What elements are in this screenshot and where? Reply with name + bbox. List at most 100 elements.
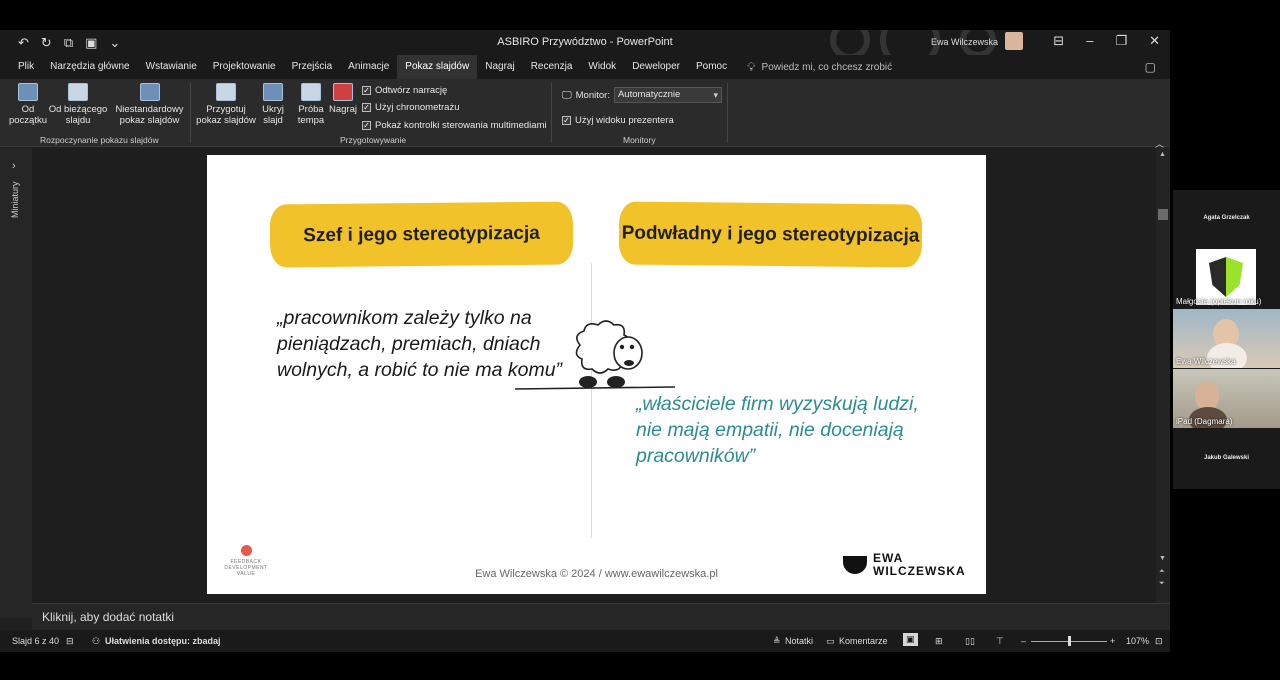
rehearse-timings-button[interactable]: Próba tempa: [294, 83, 328, 126]
presenter-view-checkbox[interactable]: ✓ Użyj widoku prezentera: [562, 115, 674, 126]
participant-name: Agata Grzelczak: [1203, 215, 1250, 221]
ribbon-display-icon[interactable]: ⊟: [1053, 33, 1064, 49]
participant-name: iPad (Dagmara): [1176, 417, 1233, 426]
from-current-button[interactable]: Od bieżącego slajdu: [48, 83, 108, 126]
play-narration-checkbox[interactable]: ✓ Odtwórz narrację: [362, 85, 447, 96]
participant-tile[interactable]: iPad (Dagmara): [1173, 369, 1280, 428]
vertical-scrollbar[interactable]: ▲ ▼ ⏶ ⏷: [1156, 148, 1170, 603]
fdv-logo-icon: [240, 545, 252, 556]
monitor-label: Monitor:: [575, 89, 610, 101]
current-slide[interactable]: Szef i jego stereotypizacja Podwładny i …: [207, 155, 986, 594]
participant-tile[interactable]: Małgosia (opiekun roku): [1173, 249, 1280, 308]
slideshow-view-icon[interactable]: ⊤: [996, 636, 1004, 647]
title-bar: ↶ ↻ ⧉ ▣ ⌄ ASBIRO Przywództwo - PowerPoin…: [0, 30, 1170, 55]
spellcheck-icon[interactable]: ⊟: [66, 636, 74, 647]
tab-design[interactable]: Projektowanie: [205, 55, 284, 79]
minimize-icon[interactable]: –: [1086, 33, 1093, 49]
setup-show-button[interactable]: Przygotuj pokaz slajdów: [195, 83, 257, 126]
comments-button[interactable]: Komentarze: [839, 636, 888, 646]
sheep-illustration: [514, 320, 675, 390]
ribbon-separator: [551, 83, 552, 143]
hide-slide-button[interactable]: Ukryj slajd: [258, 83, 288, 126]
ribbon-separator: [727, 83, 728, 143]
use-timings-checkbox[interactable]: ✓ Użyj chronometrażu: [362, 102, 459, 113]
tab-review[interactable]: Recenzja: [523, 55, 581, 79]
tab-help[interactable]: Pomoc: [688, 55, 735, 79]
previous-slide-icon[interactable]: ⏶: [1159, 568, 1165, 576]
window-controls: ⊟ – ❐ ✕: [1053, 33, 1160, 49]
setup-group-label: Przygotowywanie: [340, 135, 407, 145]
zoom-in-icon[interactable]: +: [1110, 636, 1115, 646]
comments-icon[interactable]: ▢: [1145, 60, 1156, 74]
hide-slide-icon: [263, 83, 283, 101]
tell-me-box[interactable]: 💡︎ Powiedz mi, co chcesz zrobić: [747, 60, 892, 75]
record-button[interactable]: Nagraj: [328, 83, 358, 115]
next-slide-icon[interactable]: ⏷: [1159, 580, 1165, 588]
monitor-row: 🖵︎ Monitor: Automatycznie: [562, 87, 722, 103]
participant-tile[interactable]: Agata Grzelczak: [1173, 190, 1280, 249]
tab-home[interactable]: Narzędzia główne: [42, 55, 138, 79]
thumbnails-label[interactable]: Miniatury: [10, 181, 20, 218]
from-current-label: Od bieżącego slajdu: [48, 104, 108, 126]
play-narration-label: Odtwórz narrację: [375, 85, 448, 96]
accessibility-status[interactable]: Ułatwienia dostępu: zbadaj: [105, 636, 221, 646]
normal-view-icon[interactable]: ▣: [903, 633, 918, 646]
lightbulb-icon: 💡︎: [747, 59, 756, 74]
participants-panel: Agata Grzelczak Małgosia (opiekun roku) …: [1173, 190, 1280, 489]
setup-show-icon: [216, 83, 236, 101]
tab-file[interactable]: Plik: [10, 55, 42, 79]
thumbnails-panel: › Miniatury: [0, 148, 32, 618]
record-label: Nagraj: [329, 104, 357, 115]
account-avatar[interactable]: [1005, 32, 1023, 50]
checkbox-checked-icon: ✓: [362, 86, 371, 95]
right-quote: „właściciele firm wyzyskują ludzi, nie m…: [636, 393, 919, 467]
zoom-slider-knob[interactable]: [1068, 636, 1071, 646]
from-beginning-label: Od początku: [8, 104, 48, 126]
custom-show-icon: [139, 83, 160, 101]
custom-show-label: Niestandardowy pokaz slajdów: [115, 104, 184, 126]
custom-show-button[interactable]: Niestandardowy pokaz slajdów: [112, 83, 187, 126]
slideshow-current-icon: [68, 83, 88, 101]
ew-logo-icon: [843, 556, 867, 574]
ribbon-tabs: Plik Narzędzia główne Wstawianie Projekt…: [0, 55, 1170, 79]
notes-icon: ≜: [773, 636, 781, 646]
from-beginning-button[interactable]: Od początku: [8, 83, 48, 126]
tab-view[interactable]: Widok: [580, 55, 624, 79]
tab-developer[interactable]: Deweloper: [624, 55, 688, 79]
expand-thumbnails-icon[interactable]: ›: [12, 160, 16, 172]
participant-tile[interactable]: Ewa Wilczewska: [1173, 309, 1280, 368]
close-icon[interactable]: ✕: [1149, 33, 1160, 49]
use-timings-label: Użyj chronometrażu: [375, 102, 460, 113]
left-heading: Szef i jego stereotypizacja: [269, 201, 574, 268]
tab-transitions[interactable]: Przejścia: [284, 55, 341, 79]
ew-logo: EWA WILCZEWSKA: [843, 552, 966, 578]
restore-icon[interactable]: ❐: [1115, 33, 1127, 49]
zoom-out-icon[interactable]: –: [1021, 636, 1026, 646]
ew-logo-text: EWA WILCZEWSKA: [873, 552, 966, 578]
scroll-up-icon[interactable]: ▲: [1159, 151, 1166, 158]
monitor-select[interactable]: Automatycznie: [613, 87, 722, 103]
tab-animations[interactable]: Animacje: [340, 55, 397, 79]
zoom-level[interactable]: 107%: [1126, 636, 1149, 646]
slide-sorter-icon[interactable]: ⊞: [935, 636, 943, 647]
tab-record[interactable]: Nagraj: [477, 55, 522, 79]
participant-name: Małgosia (opiekun roku): [1176, 297, 1262, 306]
record-icon: [333, 83, 353, 101]
participant-tile[interactable]: Jakub Galewski: [1173, 429, 1280, 488]
tab-insert[interactable]: Wstawianie: [138, 55, 205, 79]
presenter-view-label: Użyj widoku prezentera: [575, 115, 674, 126]
fit-to-window-icon[interactable]: ⊡: [1155, 636, 1163, 647]
notes-pane[interactable]: Kliknij, aby dodać notatki: [32, 603, 1170, 630]
scroll-down-icon[interactable]: ▼: [1159, 555, 1166, 562]
setup-show-label: Przygotuj pokaz slajdów: [196, 104, 256, 126]
reading-view-icon[interactable]: ▯▯: [965, 636, 975, 647]
media-controls-checkbox[interactable]: ✓ Pokaż kontrolki sterowania multimediam…: [362, 120, 547, 131]
ribbon: Od początku Od bieżącego slajdu Niestand…: [0, 79, 1170, 149]
slide-counter: Slajd 6 z 40: [12, 636, 60, 646]
participant-name: Jakub Galewski: [1203, 455, 1250, 461]
scroll-thumb[interactable]: [1158, 209, 1168, 220]
center-divider: [591, 263, 592, 538]
tab-slide-show[interactable]: Pokaz slajdów: [397, 55, 478, 79]
account-name[interactable]: Ewa Wilczewska: [931, 37, 998, 47]
notes-button[interactable]: Notatki: [785, 636, 813, 646]
